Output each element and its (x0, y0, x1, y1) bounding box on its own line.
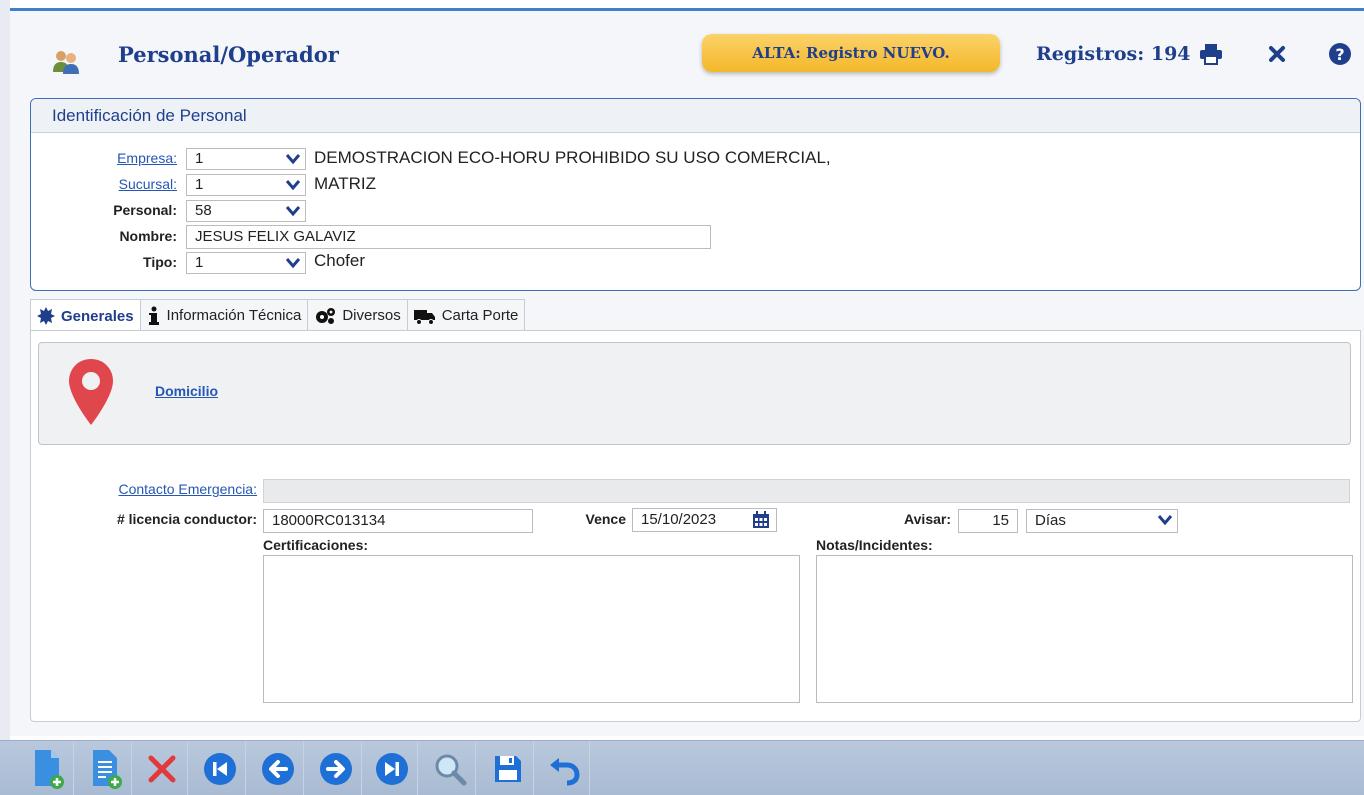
delete-icon[interactable] (136, 741, 188, 795)
search-icon[interactable] (424, 741, 476, 795)
first-record-icon[interactable] (194, 741, 246, 795)
domicilio-link[interactable]: Domicilio (155, 383, 218, 399)
notas-label: Notas/Incidentes: (816, 537, 933, 553)
licencia-input[interactable]: 18000RC013134 (263, 509, 533, 533)
empresa-select[interactable]: 1 (186, 148, 306, 170)
map-pin-icon (67, 357, 115, 431)
users-icon (50, 45, 82, 77)
new-document-icon[interactable] (22, 741, 74, 795)
notas-textarea[interactable] (816, 555, 1353, 703)
domicilio-panel: Domicilio (38, 342, 1351, 445)
tipo-value: 1 (195, 254, 204, 271)
page-title: Personal/Operador (118, 42, 339, 67)
avisar-unit-value: Días (1035, 512, 1066, 529)
tipo-label: Tipo: (143, 254, 177, 270)
nombre-label: Nombre: (119, 228, 177, 244)
licencia-label: # licencia conductor: (116, 511, 257, 527)
main-area: Personal/Operador ALTA: Registro NUEVO. … (10, 11, 1364, 736)
tab-diversos[interactable]: Diversos (307, 299, 408, 331)
sucursal-description: MATRIZ (314, 174, 377, 193)
vence-value: 15/10/2023 (641, 511, 717, 528)
calendar-icon[interactable] (752, 511, 770, 529)
print-icon[interactable] (1198, 41, 1224, 67)
chevron-down-icon (285, 206, 301, 217)
info-icon (147, 306, 161, 326)
personal-label: Personal: (113, 202, 177, 218)
left-strip (0, 0, 10, 740)
sucursal-label[interactable]: Sucursal: (91, 176, 177, 192)
avisar-input[interactable]: 15 (958, 509, 1018, 533)
avisar-unit-select[interactable]: Días (1026, 509, 1178, 533)
new-list-icon[interactable] (80, 741, 132, 795)
top-accent-line (10, 8, 1364, 11)
empresa-label[interactable]: Empresa: (91, 150, 177, 166)
vence-label: Vence (585, 511, 626, 527)
status-badge: ALTA: Registro NUEVO. (702, 34, 1000, 72)
tipo-description: Chofer (314, 251, 366, 270)
gear-badge-icon (37, 307, 55, 325)
cogs-icon (314, 307, 336, 325)
help-icon[interactable]: ? (1327, 41, 1353, 67)
vence-date-input[interactable]: 15/10/2023 (632, 508, 777, 532)
records-count: Registros: 194 (1036, 43, 1191, 65)
identification-panel: Identificación de Personal Empresa: 1 DE… (30, 98, 1361, 291)
avisar-label: Avisar: (904, 511, 951, 527)
sucursal-value: 1 (195, 176, 204, 193)
tipo-select[interactable]: 1 (186, 252, 306, 274)
empresa-description: DEMOSTRACION ECO-HORU PROHIBIDO SU USO C… (314, 148, 831, 167)
empresa-value: 1 (195, 150, 204, 167)
previous-record-icon[interactable] (252, 741, 304, 795)
save-icon[interactable] (482, 741, 534, 795)
tab-bar: Generales Información Técnica Diversos C… (30, 299, 526, 332)
panel-title: Identificación de Personal (31, 99, 1360, 133)
certificaciones-label: Certificaciones: (263, 537, 369, 553)
chevron-down-icon (285, 180, 301, 191)
svg-text:?: ? (1335, 45, 1344, 64)
nombre-input[interactable]: JESUS FELIX GALAVIZ (186, 225, 711, 249)
tab-label: Generales (61, 307, 134, 325)
chevron-down-icon (285, 154, 301, 165)
contacto-emergencia-label[interactable]: Contacto Emergencia: (81, 481, 257, 497)
contacto-emergencia-input (263, 479, 1350, 503)
tab-informacion-tecnica[interactable]: Información Técnica (139, 299, 309, 331)
last-record-icon[interactable] (366, 741, 418, 795)
tab-label: Diversos (342, 307, 401, 324)
tab-generales[interactable]: Generales (30, 299, 141, 332)
close-icon[interactable] (1264, 41, 1290, 67)
tab-label: Información Técnica (166, 307, 302, 324)
truck-icon (413, 307, 436, 325)
chevron-down-icon (1157, 515, 1173, 526)
certificaciones-textarea[interactable] (263, 555, 800, 703)
record-toolbar (0, 740, 1364, 795)
next-record-icon[interactable] (310, 741, 362, 795)
personal-value: 58 (195, 202, 212, 219)
header: Personal/Operador ALTA: Registro NUEVO. … (10, 11, 1364, 91)
personal-select[interactable]: 58 (186, 200, 306, 222)
sucursal-select[interactable]: 1 (186, 174, 306, 196)
tab-content-generales: Domicilio Contacto Emergencia: # licenci… (30, 330, 1361, 722)
tab-label: Carta Porte (441, 307, 519, 324)
undo-icon[interactable] (538, 741, 590, 795)
tab-carta-porte[interactable]: Carta Porte (406, 299, 526, 331)
chevron-down-icon (285, 258, 301, 269)
